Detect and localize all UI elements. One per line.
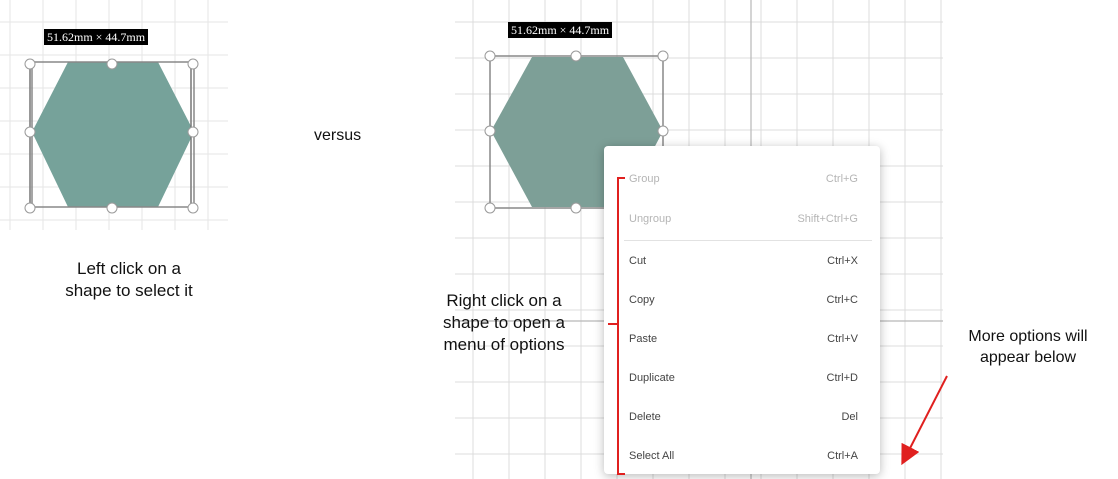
menu-item-ungroup[interactable]: Ungroup Shift+Ctrl+G <box>604 200 880 240</box>
menu-item-group[interactable]: Group Ctrl+G <box>604 160 880 200</box>
menu-item-label: Ungroup <box>629 213 672 225</box>
resize-handle-ml <box>484 125 496 137</box>
resize-handle-tl <box>484 50 496 62</box>
resize-handle-bl <box>24 202 36 214</box>
menu-item-shortcut: Ctrl+C <box>826 294 858 306</box>
annotation-line: menu of options <box>443 335 565 354</box>
caption-line: Left click on a <box>77 259 181 278</box>
menu-item-label: Paste <box>629 333 658 345</box>
menu-item-cut[interactable]: Cut Ctrl+X <box>604 242 880 282</box>
menu-separator <box>624 240 872 241</box>
resize-handle-bm <box>106 202 118 214</box>
resize-handle-br <box>187 202 199 214</box>
resize-handle-bm <box>570 202 582 214</box>
menu-item-shortcut: Shift+Ctrl+G <box>797 213 858 225</box>
resize-handle-mr <box>657 125 669 137</box>
caption-line: shape to select it <box>65 281 193 300</box>
resize-handle-tm <box>106 58 118 70</box>
menu-item-copy[interactable]: Copy Ctrl+C <box>604 281 880 321</box>
annotation-line: Right click on a <box>446 291 562 310</box>
annotation-line: appear below <box>979 349 1077 366</box>
resize-handle-ml <box>24 126 36 138</box>
menu-item-shortcut: Ctrl+X <box>827 255 858 267</box>
resize-handle-tl <box>24 58 36 70</box>
more-options-annotation: More options will appear below <box>938 326 1118 368</box>
menu-item-shortcut: Ctrl+V <box>827 333 858 345</box>
left-canvas: 51.62mm × 44.7mm <box>0 0 228 232</box>
resize-handle-mr <box>187 126 199 138</box>
menu-item-label: Copy <box>629 294 655 306</box>
menu-item-shortcut: Ctrl+A <box>827 450 858 462</box>
annotation-line: More options will <box>968 328 1088 345</box>
annotation-line: shape to open a <box>443 313 565 332</box>
right-click-annotation: Right click on a shape to open a menu of… <box>414 290 594 356</box>
resize-handle-bl <box>484 202 496 214</box>
context-menu: Group Ctrl+G Ungroup Shift+Ctrl+G Cut Ct… <box>604 146 880 474</box>
menu-item-label: Delete <box>629 411 661 423</box>
menu-item-label: Duplicate <box>629 372 675 384</box>
menu-item-shortcut: Ctrl+G <box>825 173 858 185</box>
versus-text: versus <box>314 127 362 144</box>
resize-handle-tm <box>570 50 582 62</box>
menu-item-label: Group <box>629 173 660 185</box>
menu-item-label: Select All <box>629 450 675 462</box>
menu-item-duplicate[interactable]: Duplicate Ctrl+D <box>604 359 880 399</box>
resize-handle-tr <box>187 58 199 70</box>
dimension-label: 51.62mm × 44.7mm <box>508 22 613 38</box>
dimension-label: 51.62mm × 44.7mm <box>44 29 149 45</box>
resize-handle-tr <box>657 50 669 62</box>
hexagon-shape[interactable] <box>32 62 194 207</box>
menu-item-paste[interactable]: Paste Ctrl+V <box>604 320 880 360</box>
menu-item-delete[interactable]: Delete Del <box>604 398 880 438</box>
menu-item-shortcut: Ctrl+D <box>826 372 858 384</box>
left-caption: Left click on a shape to select it <box>40 258 218 302</box>
menu-item-shortcut: Del <box>841 411 858 423</box>
menu-item-select-all[interactable]: Select All Ctrl+A <box>604 437 880 477</box>
menu-item-label: Cut <box>629 255 647 267</box>
